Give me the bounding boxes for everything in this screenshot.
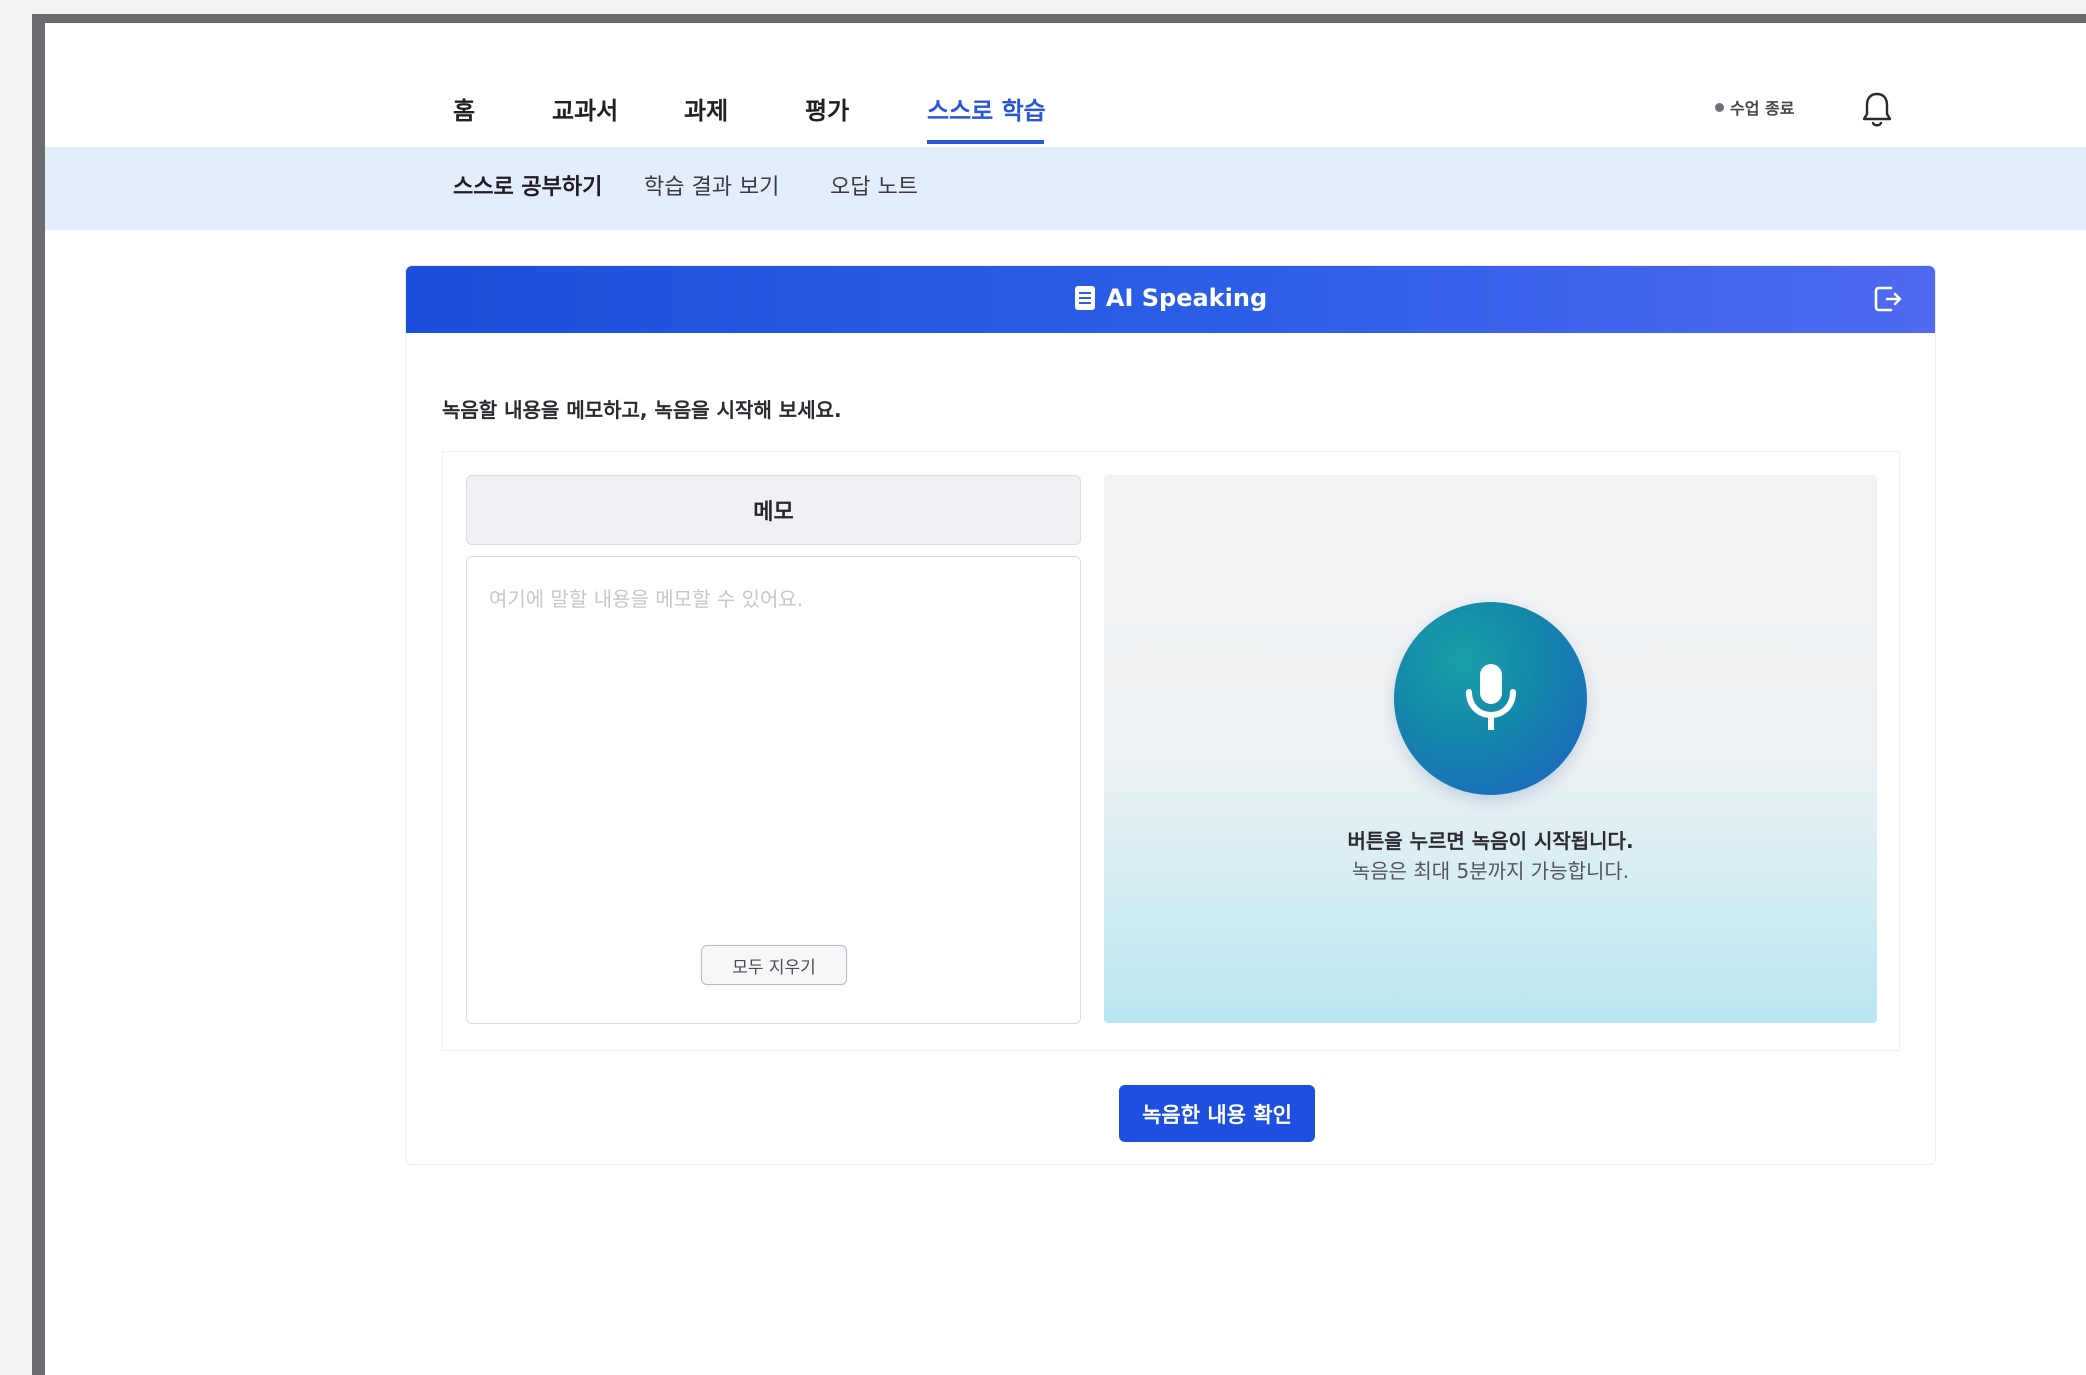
nav-item-assignment[interactable]: 과제: [684, 91, 728, 126]
panel-header: AI Speaking: [406, 266, 1935, 333]
panel-title-text: AI Speaking: [1105, 284, 1268, 312]
document-icon: [1074, 286, 1095, 310]
memo-textarea[interactable]: [489, 583, 1059, 923]
confirm-recording-button[interactable]: 녹음한 내용 확인: [1119, 1085, 1315, 1142]
nav-item-evaluation[interactable]: 평가: [805, 91, 849, 126]
record-button[interactable]: [1394, 602, 1587, 795]
recorder-area: 버튼을 누르면 녹음이 시작됩니다. 녹음은 최대 5분까지 가능합니다.: [1104, 475, 1877, 1023]
active-tab-underline: [927, 140, 1044, 144]
panel-title: AI Speaking: [406, 284, 1935, 312]
status-dot-icon: [1715, 102, 1724, 112]
nav-item-home[interactable]: 홈: [453, 91, 475, 126]
bell-icon[interactable]: [1860, 90, 1894, 130]
microphone-icon: [1465, 663, 1516, 730]
nav-item-self-study[interactable]: 스스로 학습: [927, 91, 1046, 126]
record-limit-note: 녹음은 최대 5분까지 가능합니다.: [1351, 859, 1630, 883]
ai-speaking-panel: AI Speaking 녹음할 내용을 메모하고, 녹음을 시작해 보세요. 메…: [405, 265, 1936, 1165]
memo-header: 메모: [466, 475, 1081, 545]
nav-item-textbook[interactable]: 교과서: [552, 91, 618, 126]
instruction-text: 녹음할 내용을 메모하고, 녹음을 시작해 보세요.: [442, 398, 842, 422]
clear-all-button[interactable]: 모두 지우기: [701, 945, 847, 985]
device-frame: 홈 교과서 과제 평가 스스로 학습 수업 종료 스스로 공부하기 학습 결과 …: [32, 14, 2086, 1375]
memo-box: 모두 지우기: [466, 556, 1081, 1024]
end-class-button[interactable]: 수업 종료: [1715, 95, 1794, 119]
exit-icon[interactable]: [1871, 282, 1905, 316]
subnav-item-results[interactable]: 학습 결과 보기: [644, 169, 779, 201]
sub-nav: [45, 147, 2086, 230]
work-area: 메모 모두 지우기 버튼을 누르면 녹음이 시작됩니다. 녹음은 최대 5분: [442, 451, 1900, 1051]
end-class-label: 수업 종료: [1730, 99, 1795, 118]
app-screen: 홈 교과서 과제 평가 스스로 학습 수업 종료 스스로 공부하기 학습 결과 …: [45, 23, 2086, 1375]
subnav-item-self-study[interactable]: 스스로 공부하기: [453, 169, 602, 201]
top-nav: 홈 교과서 과제 평가 스스로 학습 수업 종료: [45, 23, 2086, 147]
subnav-item-wrong-answers[interactable]: 오답 노트: [830, 169, 918, 201]
record-instruction: 버튼을 누르면 녹음이 시작됩니다.: [1347, 829, 1634, 853]
